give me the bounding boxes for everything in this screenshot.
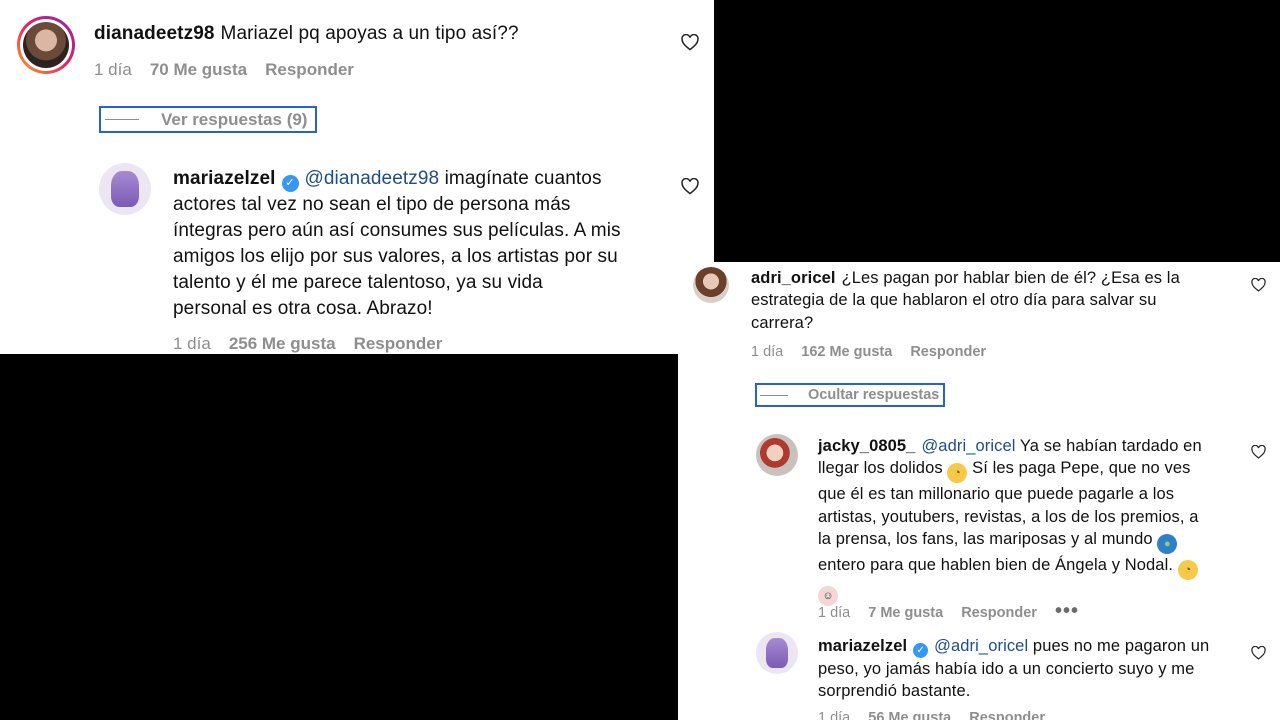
divider-line — [760, 394, 788, 396]
comment-line-2: estrategia de la que hablaron el otro dí… — [751, 291, 1157, 310]
verified-icon: ✓ — [281, 175, 299, 192]
perfume-bottle-icon — [111, 170, 139, 208]
avatar-mariazelzel[interactable] — [99, 163, 151, 215]
avatar-jacky_0805_[interactable] — [756, 434, 798, 476]
likes-count[interactable]: 256 Me gusta — [229, 334, 336, 353]
reply-line-3: que él es tan millonario que puede pagar… — [818, 485, 1175, 504]
divider-line — [105, 119, 139, 120]
reply-meta: 1 día 256 Me gusta Responder — [173, 334, 460, 354]
reply-meta: 1 día 7 Me gusta Responder ••• — [818, 600, 1097, 623]
reply-mariazelzel: mariazelzel ✓ @dianadeetz98 imagínate cuan… — [173, 166, 673, 322]
comment-line-3: carrera? — [751, 313, 814, 332]
time-label: 1 día — [94, 60, 132, 79]
view-replies-label: Ver respuestas (9) — [161, 109, 308, 129]
time-label: 1 día — [751, 344, 784, 360]
time-label: 1 día — [173, 334, 211, 353]
left-comment-panel: dianadeetz98 Mariazel pq apoyas a un tipo… — [0, 0, 714, 354]
reply-line-2: llegar los dolidos — [818, 459, 943, 478]
reply-line-1: Ya se habían tardado en — [1019, 437, 1202, 455]
username[interactable]: mariazelzel — [818, 637, 907, 655]
comment-adri_oricel: adri_oricel ¿Les pagan por hablar bien de… — [751, 267, 1231, 334]
reply-line-3: sorprendió bastante. — [818, 682, 971, 701]
reply-line-6: entero para que hablen bien de Ángela y … — [818, 555, 1174, 574]
username[interactable]: jacky_0805_ — [818, 437, 915, 455]
time-label: 1 día — [818, 710, 851, 720]
reply-line-1: pues no me pagaron un — [1032, 637, 1210, 655]
reply-button[interactable]: Responder — [961, 605, 1037, 621]
reply-line-6: personal es otra cosa. Abrazo! — [173, 298, 433, 319]
eyeroll-emoji-icon: ◔ — [947, 463, 968, 484]
heart-icon[interactable] — [1251, 278, 1266, 292]
comment-meta: 1 día 162 Me gusta Responder — [751, 344, 1004, 360]
heart-icon[interactable] — [681, 34, 699, 51]
heart-icon[interactable] — [1251, 445, 1266, 459]
more-icon[interactable]: ••• — [1055, 600, 1079, 622]
comment-text: Mariazel pq apoyas a un tipo así?? — [220, 23, 519, 44]
globe-emoji-icon: ● — [1157, 533, 1178, 554]
reply-line-3: íntegras pero aún así consumes sus pelíc… — [173, 220, 621, 241]
heart-icon[interactable] — [1251, 646, 1266, 660]
likes-count[interactable]: 162 Me gusta — [801, 344, 892, 360]
reply-button[interactable]: Responder — [910, 344, 986, 360]
verified-icon: ✓ — [913, 643, 929, 658]
reply-line-5: talento y él me parece talentoso, ya su … — [173, 272, 543, 293]
reply-mariazelzel: mariazelzel ✓ @adri_oricel pues no me paga… — [818, 635, 1258, 703]
likes-count[interactable]: 70 Me gusta — [150, 60, 247, 79]
heart-icon[interactable] — [681, 178, 699, 195]
reply-meta: 1 día 56 Me gusta Responder — [818, 710, 1063, 720]
perfume-bottle-icon — [766, 638, 788, 668]
comment-meta: 1 día 70 Me gusta Responder — [94, 60, 372, 80]
reply-line-1: imagínate cuantos — [444, 168, 602, 189]
reply-button[interactable]: Responder — [354, 334, 443, 353]
reply-line-4: artistas, youtubers, revistas, a los de … — [818, 507, 1199, 526]
view-replies-button[interactable]: Ver respuestas (9) — [99, 106, 317, 133]
likes-count[interactable]: 56 Me gusta — [868, 710, 951, 720]
mention-link[interactable]: @adri_oricel — [921, 437, 1015, 455]
reply-line-4: amigos los elijo por sus valores, a los … — [173, 246, 618, 267]
reply-line-5: la prensa, los fans, las mariposas y al … — [818, 529, 1153, 548]
reply-line-2b: Sí les paga Pepe, que no ves — [972, 459, 1191, 478]
avatar-adri_oricel[interactable] — [693, 267, 729, 303]
time-label: 1 día — [818, 605, 851, 621]
username[interactable]: dianadeetz98 — [94, 23, 215, 44]
mention-link[interactable]: @dianadeetz98 — [305, 168, 440, 189]
comment-dianadeetz98: dianadeetz98 Mariazel pq apoyas a un tipo… — [94, 21, 654, 47]
hide-replies-button[interactable]: Ocultar respuestas — [755, 383, 945, 407]
comment-line-1: ¿Les pagan por hablar bien de él? ¿Esa e… — [841, 269, 1180, 287]
reply-jacky_0805_: jacky_0805_ @adri_oricel Ya se habían tar… — [818, 435, 1258, 606]
eyeroll-emoji-icon: ◔ — [1177, 559, 1198, 580]
reply-line-2: peso, yo jamás había ido a un concierto … — [818, 660, 1195, 678]
reply-line-2: actores tal vez no sean el tipo de perso… — [173, 194, 571, 215]
username[interactable]: mariazelzel — [173, 168, 276, 189]
hide-replies-label: Ocultar respuestas — [808, 387, 940, 403]
reply-button[interactable]: Responder — [969, 710, 1045, 720]
reply-button[interactable]: Responder — [265, 60, 354, 79]
avatar-dianadeetz98[interactable] — [17, 16, 75, 74]
avatar-mariazelzel[interactable] — [756, 632, 798, 674]
likes-count[interactable]: 7 Me gusta — [868, 605, 943, 621]
right-comment-panel: adri_oricel ¿Les pagan por hablar bien de… — [678, 262, 1280, 720]
username[interactable]: adri_oricel — [751, 269, 836, 287]
mention-link[interactable]: @adri_oricel — [934, 637, 1028, 655]
